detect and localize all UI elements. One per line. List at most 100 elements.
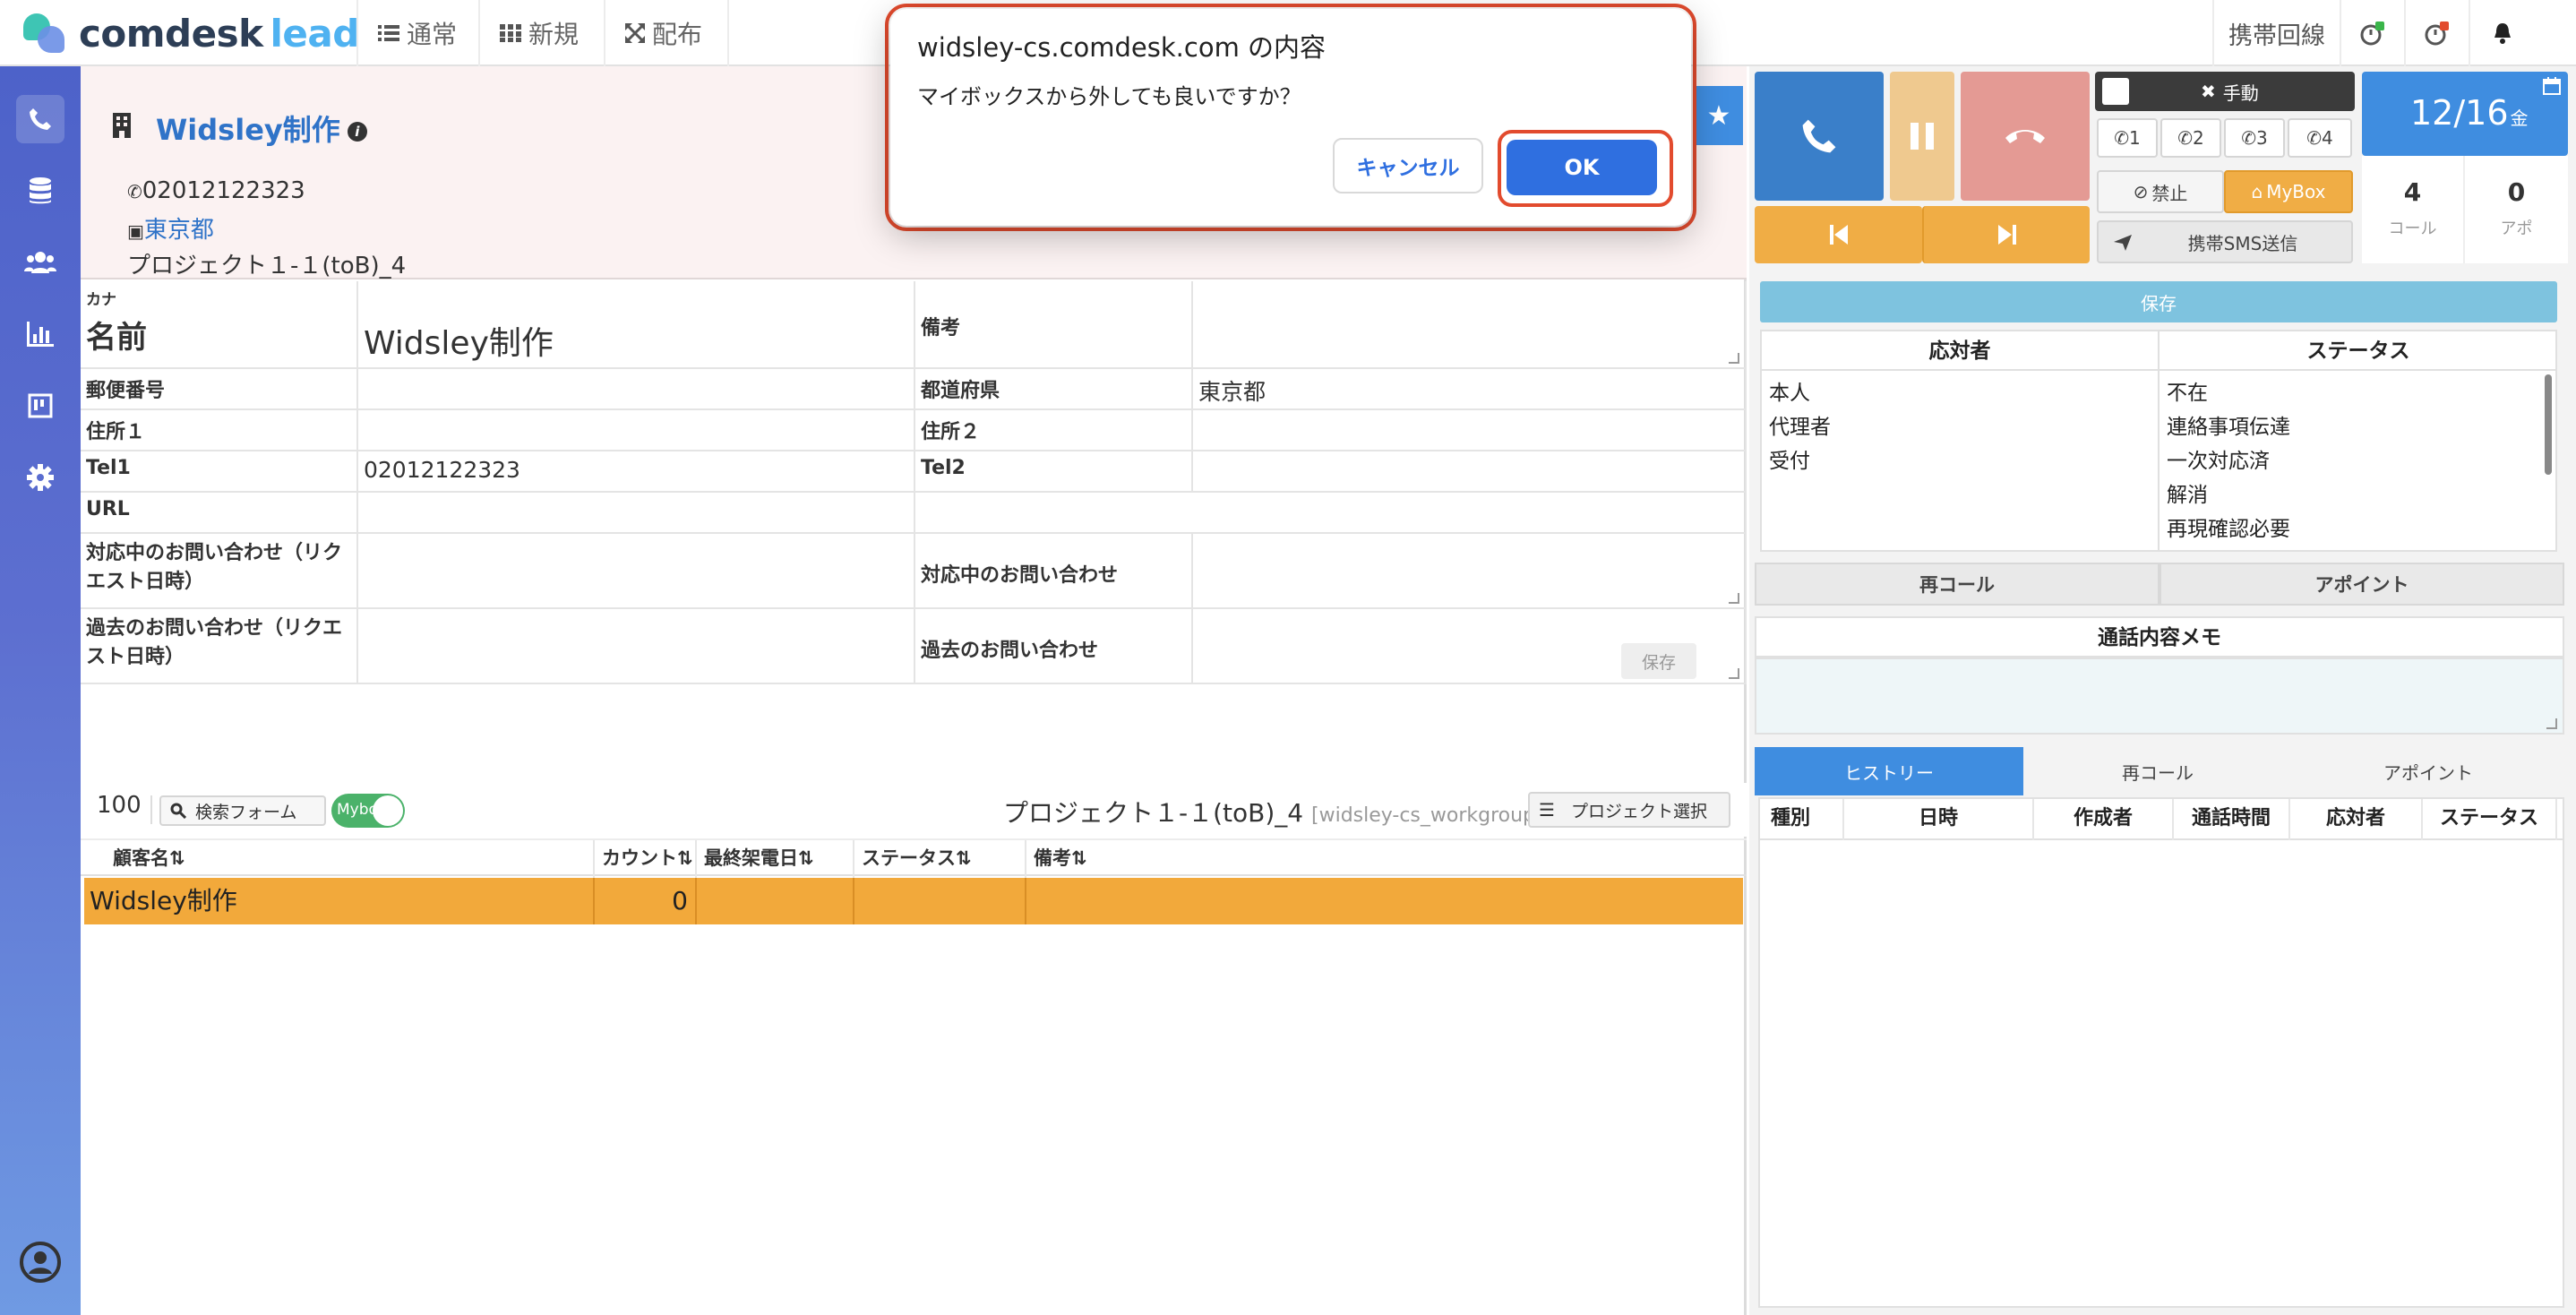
mybox-toggle[interactable]: Mybox <box>331 794 405 828</box>
line-1-button[interactable]: ✆ 1 <box>2097 118 2158 158</box>
company-name[interactable]: Widsley制作 i <box>156 107 367 149</box>
recall-button[interactable]: 再コール <box>1755 563 2160 606</box>
memo-textarea[interactable] <box>1193 281 1747 369</box>
status-save-button[interactable]: 保存 <box>1760 281 2557 322</box>
col-author[interactable]: 作成者 <box>2034 799 2174 840</box>
line-3-button[interactable]: ✆ 3 <box>2224 118 2285 158</box>
url-blank-cell <box>915 493 1747 534</box>
recall-label: 再コール <box>1919 574 1995 596</box>
next-button[interactable] <box>1922 206 2090 263</box>
list-item[interactable]: 受付 <box>1769 444 2151 478</box>
col-last-call-label: 最終架電日⇅ <box>704 847 814 869</box>
list-item[interactable]: 再現確認必要 <box>2167 512 2550 546</box>
ban-button[interactable]: ⊘ 禁止 <box>2097 170 2224 213</box>
hangup-button[interactable] <box>1961 72 2090 201</box>
cur-inq-date-label-cell: 対応中のお問い合わせ（リクエスト日時） <box>81 534 358 609</box>
hangup-icon <box>2005 130 2045 143</box>
tab-history[interactable]: ヒストリー <box>1755 747 2023 795</box>
sidebar-board[interactable] <box>16 382 64 430</box>
sidebar-phone[interactable] <box>16 95 64 143</box>
list-item[interactable]: 一次対応済 <box>2167 444 2550 478</box>
sidebar-reports[interactable] <box>16 310 64 358</box>
col-duration[interactable]: 通話時間 <box>2174 799 2290 840</box>
row-count: 0 <box>595 878 697 924</box>
tel2-field[interactable] <box>1193 451 1747 493</box>
table-row[interactable]: Widsley制作 0 <box>84 878 1743 924</box>
memo-textarea[interactable] <box>1755 658 2564 735</box>
company-prefecture-link[interactable]: ▣東京都 <box>127 211 214 245</box>
gear-icon <box>27 464 54 491</box>
cancel-button[interactable]: キャンセル <box>1333 138 1483 193</box>
sidebar-settings[interactable] <box>16 453 64 502</box>
pref-label: 都道府県 <box>921 380 1000 402</box>
manual-mode-bar[interactable]: ✖ 手動 <box>2095 72 2355 111</box>
status-list: 不在 連絡事項伝達 一次対応済 解消 再現確認必要 <box>2160 371 2557 550</box>
sidebar-users[interactable] <box>16 238 64 287</box>
col-type[interactable]: 種別 <box>1760 799 1844 840</box>
mobile-line-button[interactable]: 携帯回線 <box>2212 0 2340 66</box>
timer-red-button[interactable] <box>2404 0 2469 66</box>
company-name-text: Widsley制作 <box>156 113 340 147</box>
resize-handle[interactable] <box>2546 718 2557 729</box>
nav-normal[interactable]: 通常 <box>356 0 478 66</box>
sidebar-account[interactable] <box>16 1238 64 1286</box>
col-responder[interactable]: 応対者 <box>2290 799 2423 840</box>
list-item[interactable]: 本人 <box>1769 376 2151 410</box>
sidebar-database[interactable] <box>16 167 64 215</box>
resize-handle[interactable] <box>1729 353 1739 364</box>
name-field[interactable]: Widsley制作 <box>358 281 915 369</box>
col-status[interactable]: ステータス <box>2423 799 2557 840</box>
postal-field[interactable] <box>358 369 915 410</box>
favorite-star-button[interactable]: ★ <box>1695 86 1743 145</box>
addr2-field[interactable] <box>1193 410 1747 451</box>
manual-checkbox[interactable] <box>2102 78 2129 105</box>
cur-inq-textarea[interactable] <box>1193 534 1747 609</box>
stopwatch-green-icon <box>2360 21 2384 46</box>
status-scrollbar[interactable] <box>2545 374 2552 475</box>
prev-button[interactable] <box>1755 206 1922 263</box>
col-count[interactable]: カウント⇅ <box>595 840 697 878</box>
url-field[interactable] <box>358 493 915 534</box>
addr2-label-cell: 住所２ <box>915 410 1193 451</box>
close-icon: ✖ <box>2201 81 2216 102</box>
sms-send-button[interactable]: 携帯SMS送信 <box>2097 220 2353 263</box>
list-item[interactable]: 代理者 <box>1769 410 2151 444</box>
nav-distribute[interactable]: 配布 <box>604 0 729 66</box>
cur-inq-date-field[interactable] <box>358 534 915 609</box>
col-memo[interactable]: 備考⇅ <box>1026 840 1747 878</box>
project-select-button[interactable]: ☰ プロジェクト選択 <box>1528 792 1730 828</box>
mybox-button[interactable]: ⌂ MyBox <box>2224 170 2353 213</box>
timer-green-button[interactable] <box>2340 0 2404 66</box>
past-inq-date-field[interactable] <box>358 609 915 684</box>
notification-button[interactable] <box>2469 0 2535 66</box>
tel2-label: Tel2 <box>921 457 966 479</box>
app-logo[interactable]: comdesk lead <box>23 9 359 57</box>
col-count-label: カウント⇅ <box>602 847 693 869</box>
appoint-button[interactable]: アポイント <box>2160 563 2564 606</box>
info-icon[interactable]: i <box>347 122 367 142</box>
resize-handle[interactable] <box>1729 668 1739 679</box>
tab-recall[interactable]: 再コール <box>2023 747 2292 795</box>
col-last-call[interactable]: 最終架電日⇅ <box>697 840 854 878</box>
pref-field[interactable]: 東京都 <box>1193 369 1747 410</box>
tel1-field[interactable]: 02012122323 <box>358 451 915 493</box>
ok-highlight-ring <box>1498 130 1673 207</box>
call-button[interactable] <box>1755 72 1884 201</box>
tab-appoint[interactable]: アポイント <box>2292 747 2564 795</box>
addr1-field[interactable] <box>358 410 915 451</box>
col-datetime[interactable]: 日時 <box>1844 799 2034 840</box>
past-inq-textarea[interactable]: 保存 <box>1193 609 1747 684</box>
col-customer[interactable]: 顧客名⇅ <box>106 840 595 878</box>
company-phone[interactable]: ✆02012122323 <box>127 177 305 204</box>
hold-button[interactable] <box>1890 72 1954 201</box>
nav-new[interactable]: 新規 <box>478 0 604 66</box>
line-4-button[interactable]: ✆ 4 <box>2288 118 2352 158</box>
col-status[interactable]: ステータス⇅ <box>854 840 1026 878</box>
resize-handle[interactable] <box>1729 593 1739 604</box>
search-form-button[interactable]: 検索フォーム <box>159 795 326 826</box>
list-item[interactable]: 連絡事項伝達 <box>2167 410 2550 444</box>
list-item[interactable]: 不在 <box>2167 376 2550 410</box>
list-item[interactable]: 解消 <box>2167 478 2550 512</box>
detail-save-button[interactable]: 保存 <box>1621 643 1696 679</box>
line-2-button[interactable]: ✆ 2 <box>2160 118 2221 158</box>
